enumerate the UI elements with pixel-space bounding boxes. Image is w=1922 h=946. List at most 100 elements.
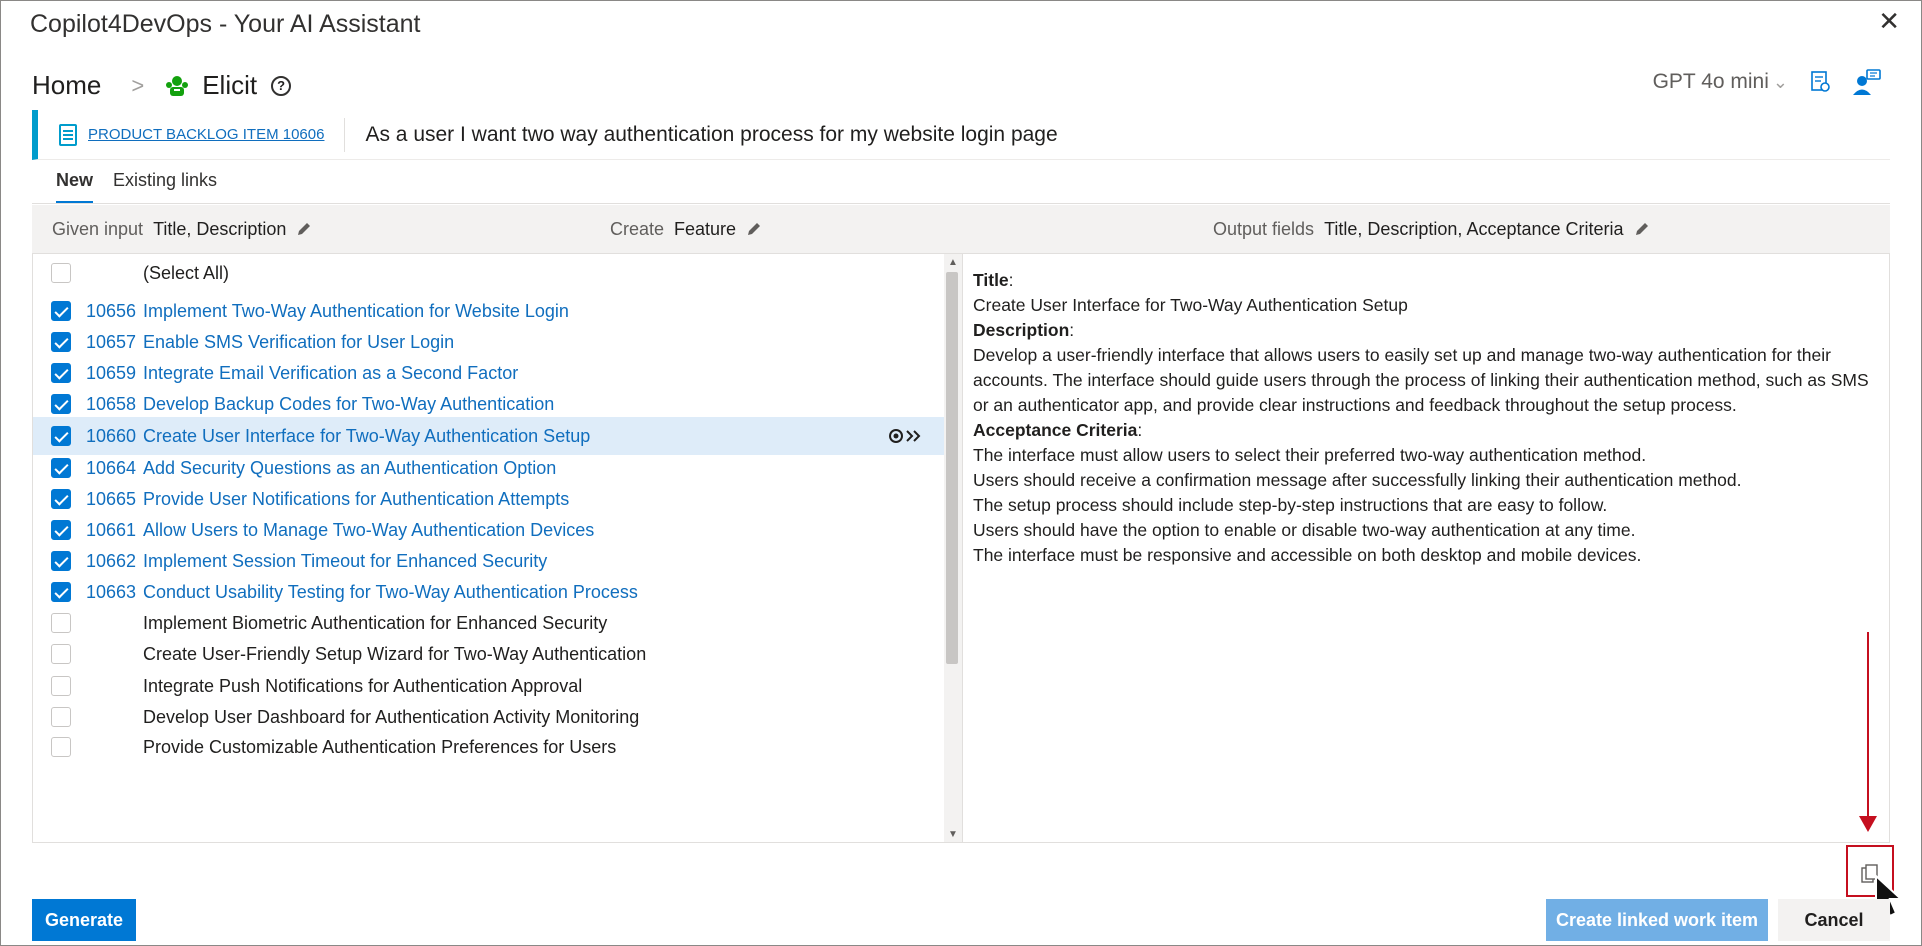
detail-title-label: Title [973,270,1009,290]
elicit-icon [166,75,189,96]
list-item-checkbox[interactable] [51,394,71,414]
annotation-arrow [1867,632,1869,818]
list-item-id[interactable]: 10665 [86,489,136,510]
list-item-title[interactable]: Implement Two-Way Authentication for Web… [143,301,569,322]
feedback-user-icon[interactable] [1852,68,1882,96]
acceptance-line: Users should have the option to enable o… [973,520,1636,540]
create-group: Create Feature [610,219,762,240]
breadcrumb-current: Elicit [202,70,258,100]
output-fields-value: Title, Description, Acceptance Criteria [1324,218,1624,239]
input-bar: Given input Title, Description Create Fe… [32,205,1890,253]
tab-bar: New Existing links [56,170,217,204]
list-item-checkbox[interactable] [51,520,71,540]
list-item-checkbox[interactable] [51,301,71,321]
tab-existing-links[interactable]: Existing links [113,170,217,204]
scroll-up-icon[interactable]: ▲ [948,257,958,268]
detail-description-value: Develop a user-friendly interface that a… [973,345,1869,415]
divider [32,203,1890,204]
list-item-title[interactable]: Add Security Questions as an Authenticat… [143,458,556,479]
divider [344,117,346,152]
chevron-right-icon: > [131,72,145,98]
list-item-title[interactable]: Enable SMS Verification for User Login [143,332,454,353]
list-item-checkbox[interactable] [51,707,71,727]
edit-create-icon[interactable] [746,221,762,237]
list-item-title[interactable]: Develop Backup Codes for Two-Way Authent… [143,394,554,415]
annotation-arrow-head [1859,816,1877,832]
list-item-id[interactable]: 10656 [86,301,136,322]
list-item-id[interactable]: 10657 [86,332,136,353]
list-item-title[interactable]: Allow Users to Manage Two-Way Authentica… [143,520,594,541]
list-item-id[interactable]: 10659 [86,363,136,384]
list-item-checkbox[interactable] [51,676,71,696]
scroll-down-icon[interactable]: ▼ [948,829,958,840]
list-item-title: Develop User Dashboard for Authenticatio… [143,706,640,727]
edit-given-input-icon[interactable] [296,221,312,237]
work-item-title: As a user I want two way authentication … [365,122,1058,146]
output-fields-label: Output fields [1213,218,1315,239]
list-item-checkbox[interactable] [51,551,71,571]
list-item-title: Integrate Push Notifications for Authent… [143,675,583,696]
detail-acceptance-label: Acceptance Criteria [973,420,1138,440]
window-title: Copilot4DevOps - Your AI Assistant [30,10,421,38]
generated-items-list: (Select All) 10656 Implement Two-Way Auth… [32,253,944,843]
list-item-title[interactable]: Provide User Notifications for Authentic… [143,489,569,510]
list-item-checkbox[interactable] [51,458,71,478]
list-item-title: Implement Biometric Authentication for E… [143,612,608,633]
list-item-id[interactable]: 10660 [86,426,136,447]
settings-document-icon[interactable] [1808,70,1832,94]
list-item-checkbox[interactable] [51,613,71,633]
breadcrumb-home[interactable]: Home [32,70,101,101]
list-item[interactable]: Provide Customizable Authentication Pref… [33,728,944,766]
list-item-checkbox[interactable] [51,644,71,664]
cancel-button[interactable]: Cancel [1778,899,1890,941]
acceptance-line: The interface must be responsive and acc… [973,545,1642,565]
scrollbar-thumb[interactable] [946,272,958,664]
output-fields-group: Output fields Title, Description, Accept… [1213,219,1650,240]
list-item-checkbox[interactable] [51,489,71,509]
acceptance-line: Users should receive a confirmation mess… [973,470,1742,490]
list-item-checkbox[interactable] [51,426,71,446]
backlog-item-icon [59,123,77,146]
list-item-id[interactable]: 10664 [86,458,136,479]
tab-new[interactable]: New [56,170,94,204]
list-item-checkbox[interactable] [51,363,71,383]
list-item-id[interactable]: 10658 [86,394,136,415]
list-item-title[interactable]: Create User Interface for Two-Way Authen… [143,426,590,447]
close-icon[interactable]: ✕ [1878,6,1900,37]
list-item-title[interactable]: Conduct Usability Testing for Two-Way Au… [143,582,638,603]
model-dropdown[interactable]: GPT 4o mini ⌄ [1653,70,1788,94]
list-item-checkbox[interactable] [51,582,71,602]
list-item-checkbox[interactable] [51,737,71,757]
list-item-id[interactable]: 10662 [86,551,136,572]
given-input-group: Given input Title, Description [52,219,312,240]
header-tools: GPT 4o mini ⌄ [1653,68,1882,96]
edit-output-fields-icon[interactable] [1634,221,1650,237]
given-input-value: Title, Description [153,218,287,239]
create-linked-work-item-button[interactable]: Create linked work item [1546,899,1768,941]
help-icon[interactable]: ? [271,75,292,96]
acceptance-line: The setup process should include step-by… [973,495,1608,515]
model-dropdown-value: GPT 4o mini [1652,70,1769,93]
select-all-checkbox[interactable] [51,263,71,283]
work-item-header: PRODUCT BACKLOG ITEM 10606 As a user I w… [32,110,1890,160]
list-item-checkbox[interactable] [51,332,71,352]
create-label: Create [610,218,665,239]
generate-button[interactable]: Generate [32,899,136,941]
list-item-title[interactable]: Integrate Email Verification as a Second… [143,363,518,384]
detail-title-value: Create User Interface for Two-Way Authen… [973,295,1408,315]
select-all-row[interactable]: (Select All) [33,254,944,292]
acceptance-line: The interface must allow users to select… [973,445,1647,465]
work-item-link[interactable]: PRODUCT BACKLOG ITEM 10606 [88,126,324,143]
breadcrumb: Home > Elicit ? [32,70,292,101]
list-item-id[interactable]: 10661 [86,520,136,541]
given-input-label: Given input [52,218,144,239]
ai-expand-icon[interactable] [887,426,923,446]
list-item-title: Create User-Friendly Setup Wizard for Tw… [143,643,647,664]
item-detail-panel: Title: Create User Interface for Two-Way… [962,253,1890,843]
chevron-down-icon: ⌄ [1772,71,1788,92]
list-item-title[interactable]: Implement Session Timeout for Enhanced S… [143,551,547,572]
list-item-title: Provide Customizable Authentication Pref… [143,736,617,757]
list-item-id[interactable]: 10663 [86,582,136,603]
select-all-label: (Select All) [143,262,230,283]
detail-description-label: Description [973,320,1070,340]
